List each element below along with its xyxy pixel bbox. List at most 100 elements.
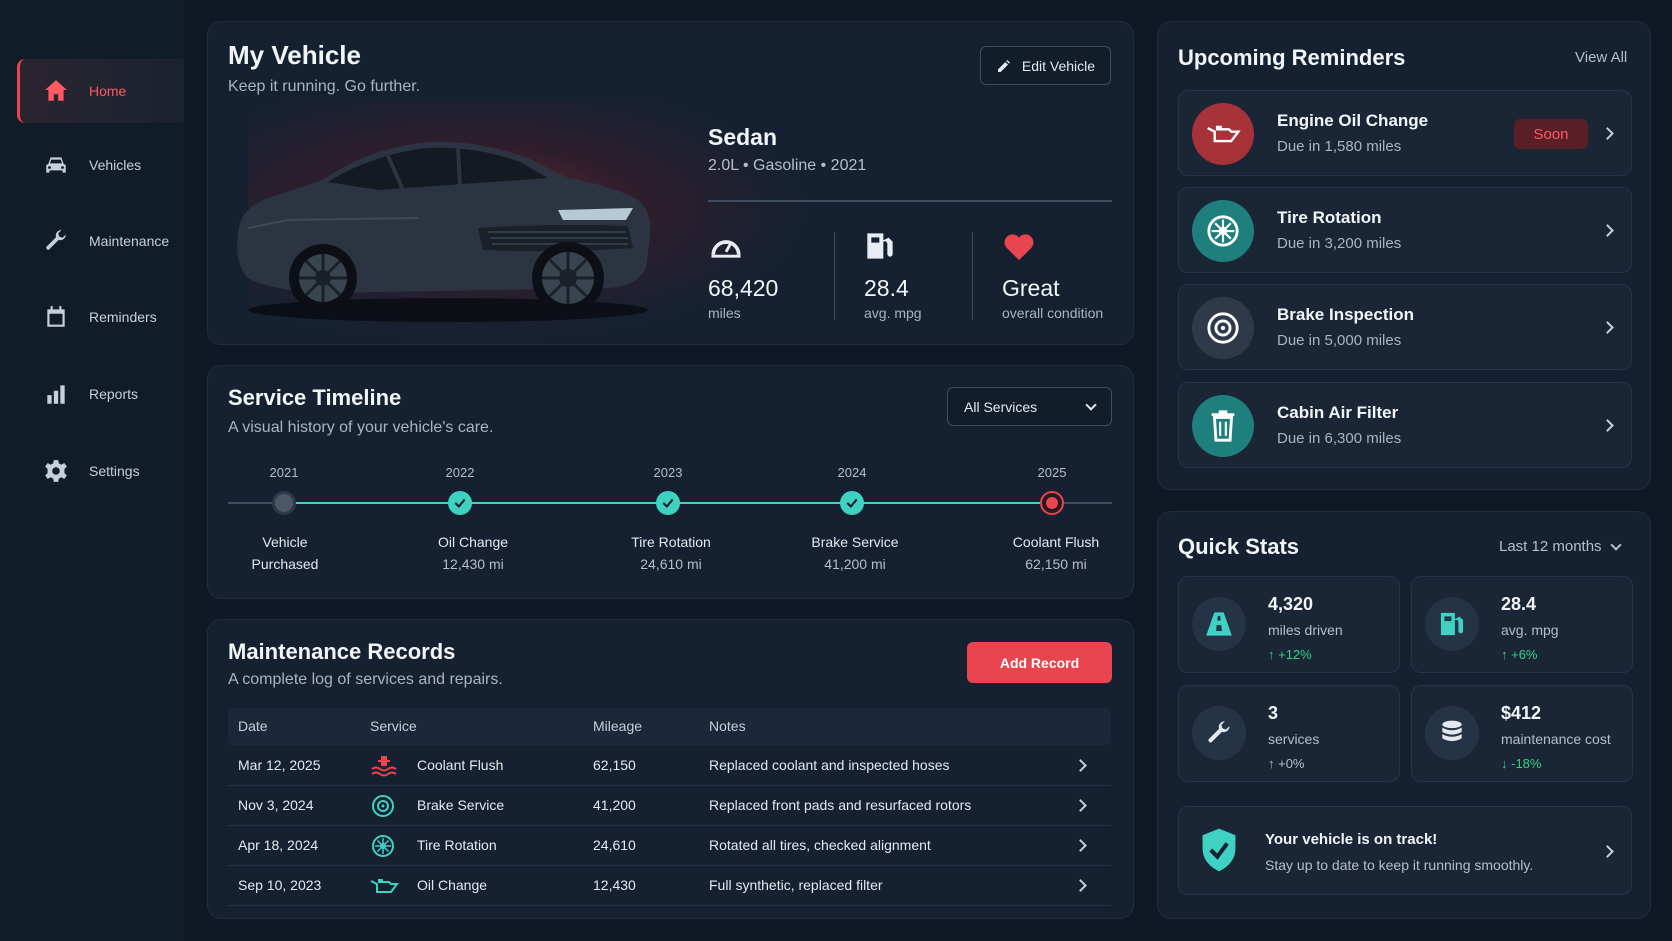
sidebar-item-settings[interactable]: Settings [17, 439, 184, 503]
timeline-check-dot[interactable] [656, 491, 680, 515]
row-date: Sep 10, 2023 [238, 877, 322, 893]
row-date: Apr 18, 2024 [238, 837, 319, 853]
row-date: Nov 3, 2024 [238, 797, 314, 813]
home-icon [43, 78, 69, 104]
row-service: Coolant Flush [417, 757, 504, 773]
stat-label: miles driven [1268, 622, 1343, 638]
chevron-right-icon [1601, 127, 1614, 140]
stat-tile-services: 3 services ↑ +0% [1178, 685, 1400, 782]
fuel-pump-icon [867, 233, 893, 259]
table-row[interactable]: Apr 18, 2024 Tire Rotation 24,610 Rotate… [228, 826, 1111, 866]
timeline-current-dot[interactable] [1040, 491, 1064, 515]
records-subtitle: A complete log of services and repairs. [228, 671, 503, 688]
reminder-item[interactable]: Brake Inspection Due in 5,000 miles [1178, 284, 1632, 370]
stat-change: ↑ +12% [1268, 647, 1312, 662]
reminder-item[interactable]: Cabin Air Filter Due in 6,300 miles [1178, 382, 1632, 468]
stat-icon-circle [1192, 706, 1246, 760]
stat-icon-circle [1192, 597, 1246, 651]
reminder-due: Due in 3,200 miles [1277, 235, 1402, 252]
filter-icon [1211, 410, 1235, 442]
speedometer-icon [711, 240, 741, 258]
stat-tile-mpg: 28.4 avg. mpg ↑ +6% [1411, 576, 1633, 673]
tire-icon [1207, 215, 1239, 247]
oil-can-icon [1207, 125, 1241, 143]
timeline-check-dot[interactable] [448, 491, 472, 515]
row-mileage: 24,610 [593, 837, 636, 853]
current-marker [1046, 497, 1058, 509]
calendar-icon [43, 304, 69, 330]
chevron-right-icon [1601, 419, 1614, 432]
range-dropdown[interactable]: Last 12 months [1499, 538, 1622, 555]
sidebar-item-reminders[interactable]: Reminders [17, 285, 184, 349]
stat-icon-circle [1425, 706, 1479, 760]
reminder-icon-circle [1192, 200, 1254, 262]
divider [834, 232, 835, 320]
table-row[interactable]: Mar 12, 2025 Coolant Flush 62,150 Replac… [228, 746, 1111, 786]
stat-change: ↑ +6% [1501, 647, 1538, 662]
sidebar-item-label: Reports [89, 386, 139, 402]
edit-vehicle-button[interactable]: Edit Vehicle [980, 46, 1111, 85]
sidebar-item-label: Maintenance [89, 233, 170, 249]
oil-can-icon [370, 879, 399, 893]
check-icon [662, 498, 674, 509]
row-notes: Replaced coolant and inspected hoses [709, 757, 950, 773]
sidebar-item-label: Reminders [89, 309, 157, 325]
reminder-item[interactable]: Engine Oil Change Due in 1,580 miles Soo… [1178, 90, 1632, 176]
car-icon [43, 152, 69, 178]
table-row[interactable]: Nov 3, 2024 Brake Service 41,200 Replace… [228, 786, 1111, 826]
reminder-title: Brake Inspection [1277, 305, 1414, 324]
column-date[interactable]: Date [238, 718, 268, 734]
car-image [237, 141, 651, 322]
sidebar-item-vehicles[interactable]: Vehicles [17, 133, 184, 197]
column-mileage[interactable]: Mileage [593, 718, 642, 734]
add-record-button[interactable]: Add Record [967, 642, 1112, 683]
timeline-check-dot[interactable] [840, 491, 864, 515]
timeline-label: Coolant Flush 62,150 mi [1012, 534, 1100, 572]
divider [708, 200, 1112, 202]
condition-value: Great [1002, 275, 1060, 301]
view-all-link[interactable]: View All [1575, 49, 1627, 66]
chevron-down-icon [1609, 538, 1622, 551]
timeline-label: Oil Change 12,430 mi [437, 534, 509, 572]
stat-label: maintenance cost [1501, 731, 1611, 747]
chevron-right-icon [1601, 224, 1614, 237]
row-service: Brake Service [417, 797, 505, 813]
chevron-right-icon [1601, 321, 1614, 334]
sidebar-item-reports[interactable]: Reports [17, 362, 184, 426]
sidebar-item-label: Home [89, 83, 127, 99]
sidebar-item-label: Vehicles [89, 157, 142, 173]
row-mileage: 62,150 [593, 757, 636, 773]
chevron-right-icon [1074, 879, 1087, 892]
table-row[interactable]: Sep 10, 2023 Oil Change 12,430 Full synt… [228, 866, 1111, 906]
quick-stats-title: Quick Stats [1178, 534, 1300, 559]
column-notes[interactable]: Notes [709, 718, 746, 734]
stat-value: 3 [1268, 703, 1279, 723]
reminders-title: Upcoming Reminders [1178, 45, 1406, 70]
condition-label: overall condition [1002, 305, 1104, 321]
timeline-start-dot[interactable] [272, 491, 296, 515]
timeline-year: 2025 [1037, 465, 1067, 480]
condition-stat: Great overall condition [1002, 230, 1103, 321]
chevron-right-icon [1074, 799, 1087, 812]
mileage-stat: 68,420 miles [708, 230, 778, 321]
stat-change: ↓ -18% [1501, 756, 1542, 771]
edit-vehicle-label: Edit Vehicle [1021, 57, 1096, 74]
timeline-year: 2021 [269, 465, 299, 480]
reminder-icon-circle [1192, 395, 1254, 457]
sidebar-item-home[interactable]: Home [17, 59, 184, 123]
vehicle-specs: 2.0L • Gasoline • 2021 [708, 157, 867, 174]
pencil-icon [997, 59, 1010, 72]
reminder-title: Tire Rotation [1277, 208, 1382, 227]
service-filter-dropdown[interactable]: All Services [947, 387, 1112, 426]
page-title: My Vehicle [228, 40, 361, 70]
column-service[interactable]: Service [370, 718, 417, 734]
status-banner[interactable]: Your vehicle is on track! Stay up to dat… [1178, 806, 1632, 895]
sidebar-item-maintenance[interactable]: Maintenance [17, 209, 184, 273]
reminder-item[interactable]: Tire Rotation Due in 3,200 miles [1178, 187, 1632, 273]
coolant-icon [371, 756, 397, 777]
row-service: Tire Rotation [417, 837, 497, 853]
bar-chart-icon [43, 381, 69, 407]
wrench-icon [1208, 721, 1230, 743]
heart-icon [1004, 234, 1034, 261]
tire-icon [372, 835, 394, 857]
